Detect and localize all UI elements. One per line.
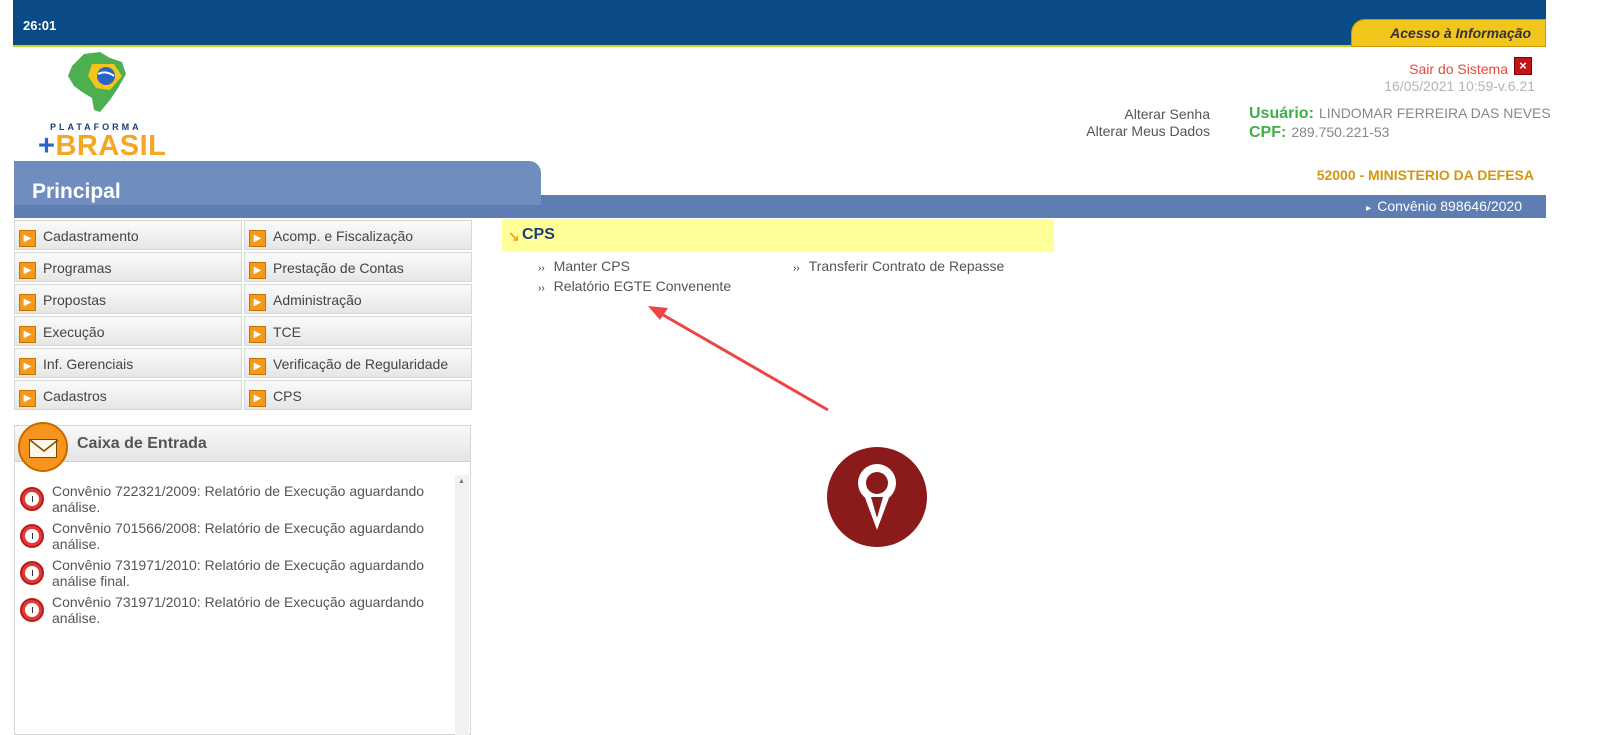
annotation-layer [648, 306, 927, 547]
chat-logo-badge-icon [827, 447, 927, 547]
red-arrow-icon [648, 306, 829, 412]
